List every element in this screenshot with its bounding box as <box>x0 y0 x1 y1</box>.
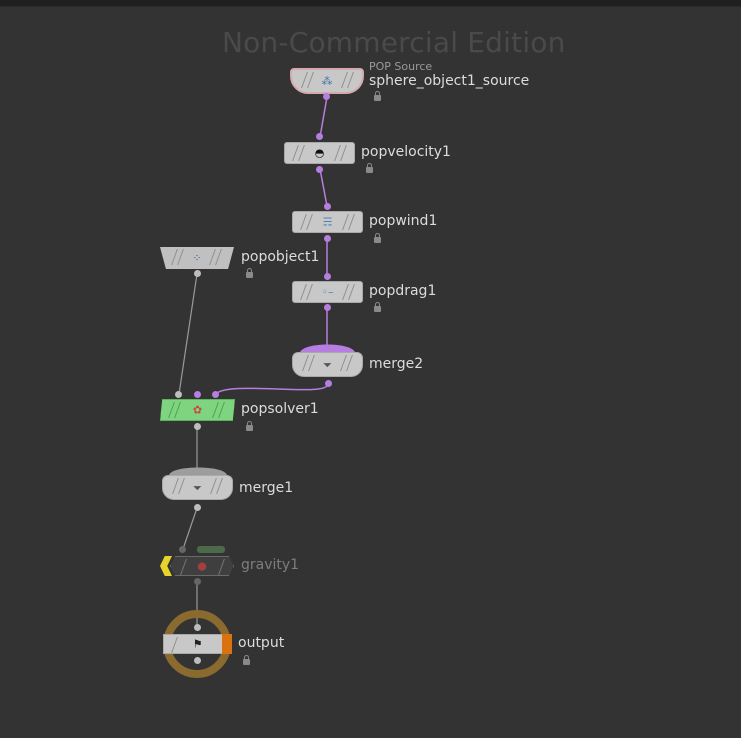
input-connector[interactable] <box>194 624 201 631</box>
particles-icon: ⁘ <box>192 251 202 265</box>
node-type-label: POP Source <box>369 60 433 73</box>
node-label-popobject1[interactable]: popobject1 <box>241 249 319 265</box>
apple-icon: ● <box>197 559 207 573</box>
display-flag[interactable] <box>222 634 232 654</box>
node-label-sphere-object1-source[interactable]: sphere_object1_source <box>369 73 529 89</box>
output-connector[interactable] <box>324 235 331 242</box>
input-connector[interactable] <box>324 203 331 210</box>
checkered-flag-icon: ⚑ <box>192 637 203 651</box>
node-label-popdrag1[interactable]: popdrag1 <box>369 283 436 299</box>
solver-icon: ✿ <box>192 403 203 417</box>
lock-icon <box>243 655 250 665</box>
wire-velocity-to-wind <box>319 168 328 207</box>
node-label-merge2[interactable]: merge2 <box>369 356 423 372</box>
merge1-input-bar <box>169 467 227 475</box>
output-connector[interactable] <box>316 166 323 173</box>
node-label-output[interactable]: output <box>238 635 284 651</box>
funnel-icon: ⏷ <box>193 481 202 494</box>
lock-icon <box>374 91 381 101</box>
wire-merge1-to-gravity <box>182 507 198 550</box>
input-connector[interactable] <box>212 391 219 398</box>
merge2-input-bar <box>300 344 355 352</box>
input-connector[interactable] <box>194 391 201 398</box>
drag-icon: ◦– <box>321 285 334 299</box>
node-popwind1[interactable]: ☴ <box>292 211 363 233</box>
node-label-popvelocity1[interactable]: popvelocity1 <box>361 144 451 160</box>
wire-merge2-to-solver <box>215 383 329 395</box>
node-popsolver1[interactable]: ✿ <box>160 399 235 421</box>
output-connector[interactable] <box>325 380 332 387</box>
node-label-popwind1[interactable]: popwind1 <box>369 213 437 229</box>
output-connector[interactable] <box>194 423 201 430</box>
node-label-merge1[interactable]: merge1 <box>239 480 293 496</box>
node-label-gravity1[interactable]: gravity1 <box>241 557 299 573</box>
node-popdrag1[interactable]: ◦– <box>292 281 363 303</box>
speedometer-icon: ◓ <box>314 146 325 160</box>
output-connector[interactable] <box>323 93 330 100</box>
node-sphere-object1-source[interactable]: ⁂ <box>290 68 364 94</box>
wind-icon: ☴ <box>322 215 333 229</box>
lock-icon <box>374 233 381 243</box>
input-connector[interactable] <box>179 546 186 553</box>
node-popvelocity1[interactable]: ◓ <box>284 142 355 164</box>
pop-source-icon: ⁂ <box>321 74 333 88</box>
node-label-popsolver1[interactable]: popsolver1 <box>241 401 319 417</box>
node-popobject1[interactable]: ⁘ <box>160 247 234 269</box>
node-gravity1[interactable]: ● <box>170 556 234 576</box>
output-connector[interactable] <box>194 504 201 511</box>
gravity-flag-bar <box>197 546 225 553</box>
wire-source-to-velocity <box>319 96 328 138</box>
output-connector[interactable] <box>324 304 331 311</box>
node-merge2[interactable]: ⏷ <box>292 352 363 377</box>
funnel-icon: ⏷ <box>323 358 332 371</box>
lock-icon <box>246 268 253 278</box>
output-connector[interactable] <box>194 578 201 585</box>
output-connector[interactable] <box>194 657 201 664</box>
wire-popobject-to-solver <box>178 273 198 395</box>
input-connector[interactable] <box>175 391 182 398</box>
input-connector[interactable] <box>316 133 323 140</box>
lock-icon <box>366 163 373 173</box>
node-merge1[interactable]: ⏷ <box>162 475 233 500</box>
output-connector[interactable] <box>194 270 201 277</box>
lock-icon <box>246 421 253 431</box>
input-connector[interactable] <box>324 273 331 280</box>
lock-icon <box>374 302 381 312</box>
